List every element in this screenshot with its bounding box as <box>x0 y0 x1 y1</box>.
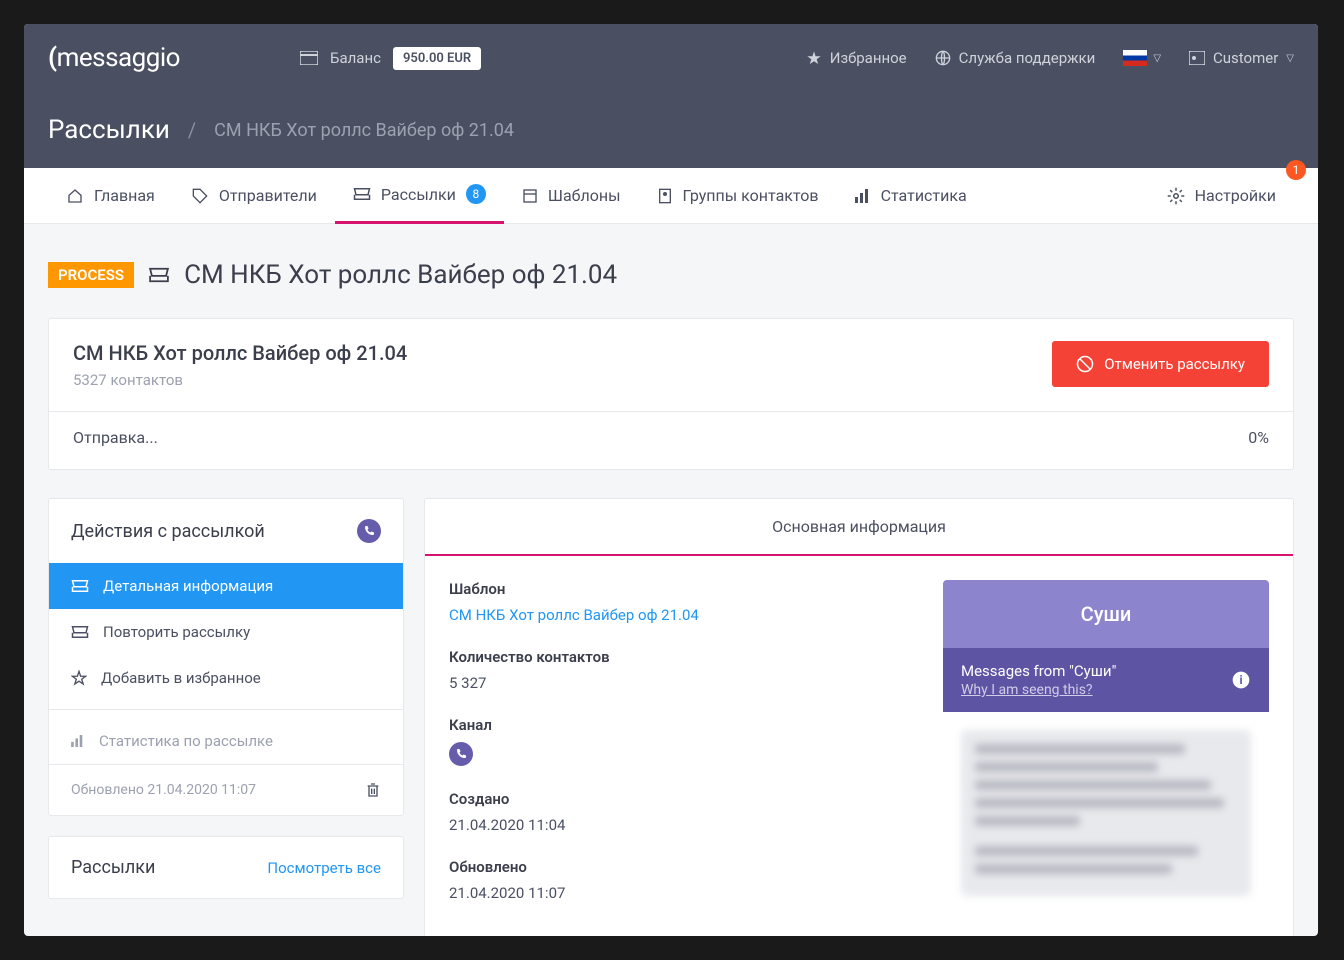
tab-home[interactable]: Главная <box>48 168 173 224</box>
chevron-down-icon: ▽ <box>1153 53 1161 64</box>
svg-text:i: i <box>1239 673 1242 687</box>
count-label: Количество контактов <box>449 648 919 666</box>
campaigns-badge: 8 <box>466 184 486 204</box>
balance-label: Баланс <box>330 49 381 67</box>
preview-from: Messages from "Суши" <box>961 662 1116 680</box>
breadcrumb-current: СМ НКБ Хот роллс Вайбер оф 21.04 <box>214 120 514 141</box>
viber-icon <box>357 519 381 543</box>
inbox-icon <box>353 187 371 201</box>
settings-notification-badge: 1 <box>1286 160 1306 180</box>
tag-icon <box>191 188 209 204</box>
count-value: 5 327 <box>449 674 919 692</box>
view-all-link[interactable]: Посмотреть все <box>267 859 381 877</box>
tab-stats[interactable]: Статистика <box>837 168 985 224</box>
balance-amount: 950.00 EUR <box>393 47 481 70</box>
created-label: Создано <box>449 790 919 808</box>
user-menu[interactable]: Customer ▽ <box>1189 49 1294 67</box>
template-link[interactable]: СМ НКБ Хот роллс Вайбер оф 21.04 <box>449 606 919 624</box>
breadcrumb-root[interactable]: Рассылки <box>48 115 170 145</box>
tab-groups[interactable]: Группы контактов <box>639 168 837 224</box>
chart-icon <box>855 189 871 203</box>
preview-sender: Суши <box>943 580 1269 648</box>
chevron-down-icon: ▽ <box>1286 53 1294 64</box>
logo[interactable]: (messaggio <box>48 43 180 73</box>
star-icon <box>71 670 87 686</box>
action-repeat[interactable]: Повторить рассылку <box>49 609 403 655</box>
globe-icon <box>935 50 951 66</box>
created-value: 21.04.2020 11:04 <box>449 816 919 834</box>
contacts-icon <box>657 188 673 204</box>
inbox-icon <box>71 579 89 593</box>
favorites-link[interactable]: Избранное <box>806 49 907 67</box>
home-icon <box>66 188 84 204</box>
sending-status: Отправка... <box>73 428 158 447</box>
cancel-button[interactable]: Отменить рассылку <box>1052 341 1269 387</box>
cancel-icon <box>1076 355 1094 373</box>
trash-icon[interactable] <box>365 781 381 799</box>
template-icon <box>522 188 538 204</box>
action-detail[interactable]: Детальная информация <box>49 563 403 609</box>
sending-percent: 0% <box>1248 428 1269 447</box>
breadcrumb-separator: / <box>188 118 196 142</box>
contacts-count: 5327 контактов <box>73 371 407 389</box>
viber-icon <box>449 742 473 766</box>
tab-senders[interactable]: Отправители <box>173 168 335 224</box>
inbox-icon <box>148 267 170 283</box>
message-preview <box>961 730 1251 896</box>
language-selector[interactable]: ▽ <box>1123 50 1161 66</box>
campaign-name: СМ НКБ Хот роллс Вайбер оф 21.04 <box>73 341 407 365</box>
tab-settings[interactable]: Настройки 1 <box>1149 168 1294 224</box>
tab-templates[interactable]: Шаблоны <box>504 168 639 224</box>
star-icon <box>806 50 822 66</box>
updated-value: 21.04.2020 11:07 <box>449 884 919 902</box>
actions-title: Действия с рассылкой <box>71 521 265 542</box>
wallet-icon <box>300 51 318 65</box>
related-title: Рассылки <box>71 857 155 878</box>
template-label: Шаблон <box>449 580 919 598</box>
flag-ru-icon <box>1123 50 1147 66</box>
updated-label: Обновлено <box>449 858 919 876</box>
info-heading: Основная информация <box>425 499 1293 556</box>
gear-icon <box>1167 187 1185 205</box>
page-title: СМ НКБ Хот роллс Вайбер оф 21.04 <box>184 260 617 290</box>
tab-campaigns[interactable]: Рассылки 8 <box>335 168 504 224</box>
action-stats[interactable]: Статистика по рассылке <box>49 718 403 764</box>
chart-icon <box>71 735 85 747</box>
updated-timestamp: Обновлено 21.04.2020 11:07 <box>71 782 256 798</box>
card-icon <box>1189 51 1205 65</box>
info-icon[interactable]: i <box>1231 670 1251 690</box>
preview-why-link[interactable]: Why I am seeng this? <box>961 682 1093 698</box>
action-favorite[interactable]: Добавить в избранное <box>49 655 403 701</box>
status-badge: PROCESS <box>48 262 134 288</box>
inbox-icon <box>71 625 89 639</box>
support-link[interactable]: Служба поддержки <box>935 49 1096 67</box>
channel-label: Канал <box>449 716 919 734</box>
